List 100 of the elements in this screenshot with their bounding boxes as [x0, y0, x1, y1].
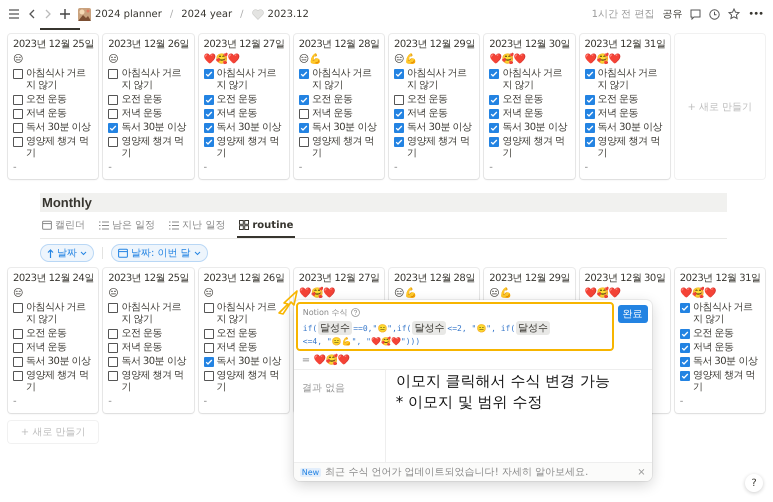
checkbox[interactable]: [394, 123, 404, 133]
card[interactable]: 2023년 12월 26일 😑 아침식사 거르지 않기 오전 운동 저녁 운동 독서 30분 이상 영양제 챙겨 먹기 -: [103, 34, 194, 179]
checkbox[interactable]: [394, 95, 404, 105]
view-tab[interactable]: routine: [237, 215, 296, 238]
checkbox[interactable]: [13, 123, 23, 133]
emoji-label[interactable]: ❤🥰❤: [584, 53, 666, 66]
checkbox[interactable]: [108, 95, 118, 105]
view-tab[interactable]: 남은 일정: [97, 215, 158, 238]
emoji-label[interactable]: ❤🥰❤: [584, 287, 666, 300]
checkbox[interactable]: [13, 371, 23, 381]
checkbox[interactable]: [108, 329, 118, 339]
card[interactable]: 2023년 12월 29일 😑💪 아침식사 거르지 않기 오전 운동 저녁 운동 독서 30분 이상 영양제 챙겨 먹기 -: [389, 34, 480, 179]
card[interactable]: 2023년 12월 24일 😑 아침식사 거르지 않기 오전 운동 저녁 운동 독서 30분 이상 영양제 챙겨 먹기 -: [8, 268, 98, 413]
checkbox[interactable]: [13, 69, 23, 79]
checkbox[interactable]: [13, 137, 23, 147]
checkbox[interactable]: [108, 137, 118, 147]
checkbox[interactable]: [204, 137, 214, 147]
checkbox[interactable]: [584, 69, 594, 79]
card[interactable]: 2023년 12월 27일 ❤🥰❤ 아침식사 거르지 않기 오전 운동 저녁 운동 독서 30분 이상 영양제 챙겨 먹기 -: [198, 34, 289, 179]
emoji-label[interactable]: ❤🥰❤: [489, 53, 570, 66]
emoji-label[interactable]: 😑: [13, 287, 94, 300]
breadcrumb-link[interactable]: 2024 planner: [78, 8, 162, 20]
card[interactable]: 2023년 12월 25일 😑 아침식사 거르지 않기 오전 운동 저녁 운동 독서 30분 이상 영양제 챙겨 먹기 -: [103, 268, 194, 413]
property-chip[interactable]: 달성수: [516, 321, 550, 335]
checkbox[interactable]: [394, 137, 404, 147]
done-button[interactable]: 완료: [618, 305, 648, 323]
view-tab[interactable]: 캘린더: [40, 215, 87, 238]
checkbox[interactable]: [108, 303, 118, 313]
task-label: 아침식사 거르지 않기: [216, 302, 278, 326]
emoji-label[interactable]: ❤🥰❤: [680, 287, 761, 300]
emoji-label[interactable]: ❤🥰❤: [204, 53, 285, 66]
emoji-label[interactable]: 😑: [13, 53, 94, 66]
checkbox[interactable]: [204, 69, 214, 79]
filter-chip[interactable]: 날짜: [40, 244, 94, 262]
checkbox[interactable]: [489, 137, 500, 147]
menu-icon[interactable]: [8, 9, 20, 19]
checkbox[interactable]: [108, 69, 118, 79]
breadcrumb-link[interactable]: 2023.12: [252, 8, 309, 20]
card[interactable]: 2023년 12월 31일 ❤🥰❤ 아침식사 거르지 않기 오전 운동 저녁 운동 독서 30분 이상 영양제 챙겨 먹기 -: [674, 268, 765, 413]
card[interactable]: 2023년 12월 31일 ❤🥰❤ 아침식사 거르지 않기 오전 운동 저녁 운동 독서 30분 이상 영양제 챙겨 먹기 -: [580, 34, 670, 179]
checkbox[interactable]: [204, 357, 214, 367]
checkbox[interactable]: [489, 69, 500, 79]
help-button[interactable]: ?: [745, 474, 763, 492]
checkbox[interactable]: [13, 329, 23, 339]
card[interactable]: 2023년 12월 28일 😑💪 아침식사 거르지 않기 오전 운동 저녁 운동 독서 30분 이상 영양제 챙겨 먹기 -: [294, 34, 384, 179]
checkbox[interactable]: [584, 109, 594, 119]
checkbox[interactable]: [204, 123, 214, 133]
breadcrumb-link[interactable]: 2024 year: [181, 8, 232, 20]
checkbox[interactable]: [108, 371, 118, 381]
card[interactable]: 2023년 12월 26일 😑 아침식사 거르지 않기 오전 운동 저녁 운동 독서 30분 이상 영양제 챙겨 먹기 -: [198, 268, 289, 413]
plus-icon[interactable]: [60, 9, 70, 19]
checkbox[interactable]: [680, 371, 690, 381]
checkbox[interactable]: [489, 123, 500, 133]
more-button[interactable]: •••: [748, 8, 763, 20]
share-button[interactable]: 공유: [662, 7, 682, 21]
checkbox[interactable]: [298, 95, 309, 105]
checkbox[interactable]: [298, 123, 309, 133]
card[interactable]: 2023년 12월 25일 😑 아침식사 거르지 않기 오전 운동 저녁 운동 독서 30분 이상 영양제 챙겨 먹기 -: [8, 34, 98, 179]
checkbox[interactable]: [584, 137, 594, 147]
checkbox[interactable]: [584, 95, 594, 105]
checkbox[interactable]: [13, 343, 23, 353]
checkbox[interactable]: [489, 95, 500, 105]
clock-icon[interactable]: [709, 8, 720, 20]
checkbox[interactable]: [108, 123, 118, 133]
card[interactable]: 2023년 12월 30일 ❤🥰❤ 아침식사 거르지 않기 오전 운동 저녁 운동 독서 30분 이상 영양제 챙겨 먹기 -: [484, 34, 574, 179]
back-icon[interactable]: [28, 9, 36, 19]
checkbox[interactable]: [394, 109, 404, 119]
emoji-label[interactable]: 😑: [108, 53, 190, 66]
checkbox[interactable]: [13, 303, 23, 313]
checkbox[interactable]: [204, 109, 214, 119]
checkbox[interactable]: [204, 303, 214, 313]
checkbox[interactable]: [680, 329, 690, 339]
checkbox[interactable]: [108, 343, 118, 353]
filter-chip[interactable]: 날짜: 이번 달: [111, 244, 208, 262]
view-tab[interactable]: 지난 일정: [167, 215, 228, 238]
checkbox[interactable]: [204, 329, 214, 339]
checkbox[interactable]: [204, 371, 214, 381]
checkbox[interactable]: [13, 357, 23, 367]
checkbox[interactable]: [13, 95, 23, 105]
comment-icon[interactable]: [690, 8, 702, 20]
emoji-label[interactable]: ❤🥰❤: [298, 287, 380, 300]
checkbox[interactable]: [584, 123, 594, 133]
checkbox[interactable]: [298, 137, 309, 147]
checkbox[interactable]: [108, 357, 118, 367]
checkbox[interactable]: [204, 95, 214, 105]
checkbox[interactable]: [489, 109, 500, 119]
emoji-label[interactable]: 😑: [204, 287, 285, 300]
checkbox[interactable]: [108, 109, 118, 119]
property-chip[interactable]: 달성수: [318, 321, 352, 335]
checkbox[interactable]: [680, 343, 690, 353]
checkbox[interactable]: [298, 109, 309, 119]
checkbox[interactable]: [394, 69, 404, 79]
checkbox[interactable]: [680, 303, 690, 313]
checkbox[interactable]: [680, 357, 690, 367]
checkbox[interactable]: [298, 69, 309, 79]
emoji-label[interactable]: 😑: [108, 287, 190, 300]
star-icon[interactable]: [728, 8, 740, 20]
checkbox[interactable]: [13, 109, 23, 119]
checkbox[interactable]: [204, 343, 214, 353]
property-chip[interactable]: 달성수: [412, 321, 446, 335]
